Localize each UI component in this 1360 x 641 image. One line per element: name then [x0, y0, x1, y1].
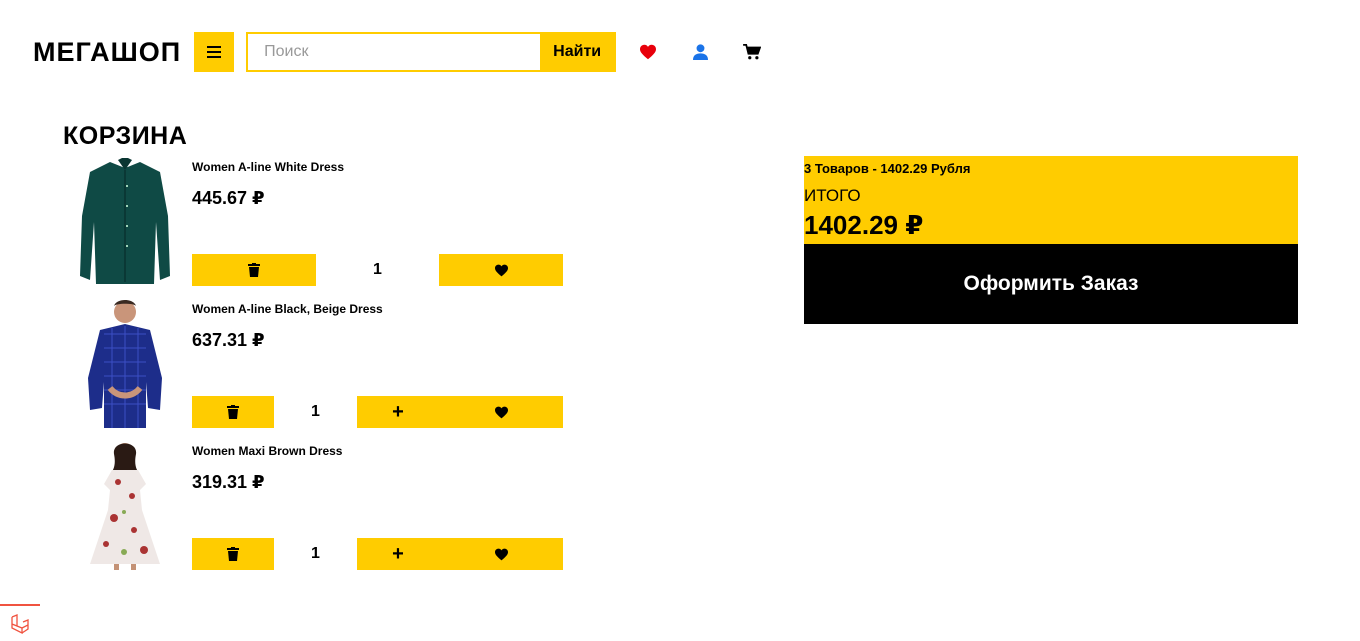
product-image[interactable]: [70, 156, 180, 286]
trash-icon: [227, 547, 239, 561]
item-controls: 1: [192, 254, 563, 286]
heart-icon: [640, 44, 657, 60]
product-name[interactable]: Women A-line Black, Beige Dress: [192, 302, 383, 316]
checkout-button[interactable]: Оформить Заказ: [804, 244, 1298, 324]
items-count: 3 Товаров - 1402.29 Рубля: [804, 161, 971, 176]
wishlist-link[interactable]: [622, 32, 674, 72]
favorite-button[interactable]: [439, 396, 563, 428]
favorite-button[interactable]: [439, 538, 563, 570]
increase-button[interactable]: +: [357, 396, 439, 428]
order-summary: 3 Товаров - 1402.29 Рубля ИТОГО 1402.29 …: [804, 156, 1298, 324]
product-price: 319.31 ₽: [192, 472, 265, 492]
cart-list: Women A-line White Dress 445.67 ₽ 1 Wome…: [70, 156, 570, 582]
remove-button[interactable]: [192, 538, 274, 570]
heart-icon: [494, 548, 508, 560]
hamburger-icon: [207, 46, 222, 58]
account-link[interactable]: [674, 32, 726, 72]
search-input[interactable]: [248, 34, 541, 70]
item-controls: 1 +: [192, 396, 563, 428]
summary-panel: 3 Товаров - 1402.29 Рубля ИТОГО 1402.29 …: [804, 156, 1298, 244]
cart-item: Women A-line White Dress 445.67 ₽ 1: [70, 156, 570, 298]
page-title: КОРЗИНА: [63, 122, 188, 150]
remove-button[interactable]: [192, 254, 316, 286]
product-image[interactable]: [70, 440, 180, 570]
site-logo[interactable]: МЕГАШОП: [33, 37, 181, 68]
favorite-button[interactable]: [439, 254, 563, 286]
item-controls: 1 +: [192, 538, 563, 570]
product-image[interactable]: [70, 298, 180, 428]
product-name[interactable]: Women A-line White Dress: [192, 160, 344, 174]
heart-icon: [494, 264, 508, 276]
header: МЕГАШОП Найти: [33, 32, 778, 72]
product-price: 445.67 ₽: [192, 188, 265, 208]
cart-icon: [743, 44, 762, 60]
cart-item: Women Maxi Brown Dress 319.31 ₽ 1 +: [70, 440, 570, 582]
menu-button[interactable]: [194, 32, 235, 72]
trash-icon: [248, 263, 260, 277]
quantity-value: 1: [373, 261, 382, 278]
cart-link[interactable]: [726, 32, 778, 72]
framework-logo[interactable]: [0, 604, 40, 641]
search-button[interactable]: Найти: [540, 34, 615, 70]
quantity-value: 1: [311, 403, 320, 420]
header-icons: [622, 32, 778, 72]
quantity-value: 1: [311, 545, 320, 562]
product-name[interactable]: Women Maxi Brown Dress: [192, 444, 342, 458]
search-bar: Найти: [246, 32, 617, 72]
user-icon: [692, 44, 708, 60]
trash-icon: [227, 405, 239, 419]
heart-icon: [494, 406, 508, 418]
total-label: ИТОГО: [804, 186, 861, 205]
total-value: 1402.29 ₽: [804, 210, 924, 240]
remove-button[interactable]: [192, 396, 274, 428]
cart-item: Women A-line Black, Beige Dress 637.31 ₽…: [70, 298, 570, 440]
product-price: 637.31 ₽: [192, 330, 265, 350]
increase-button[interactable]: +: [357, 538, 439, 570]
laravel-icon: [11, 613, 29, 634]
